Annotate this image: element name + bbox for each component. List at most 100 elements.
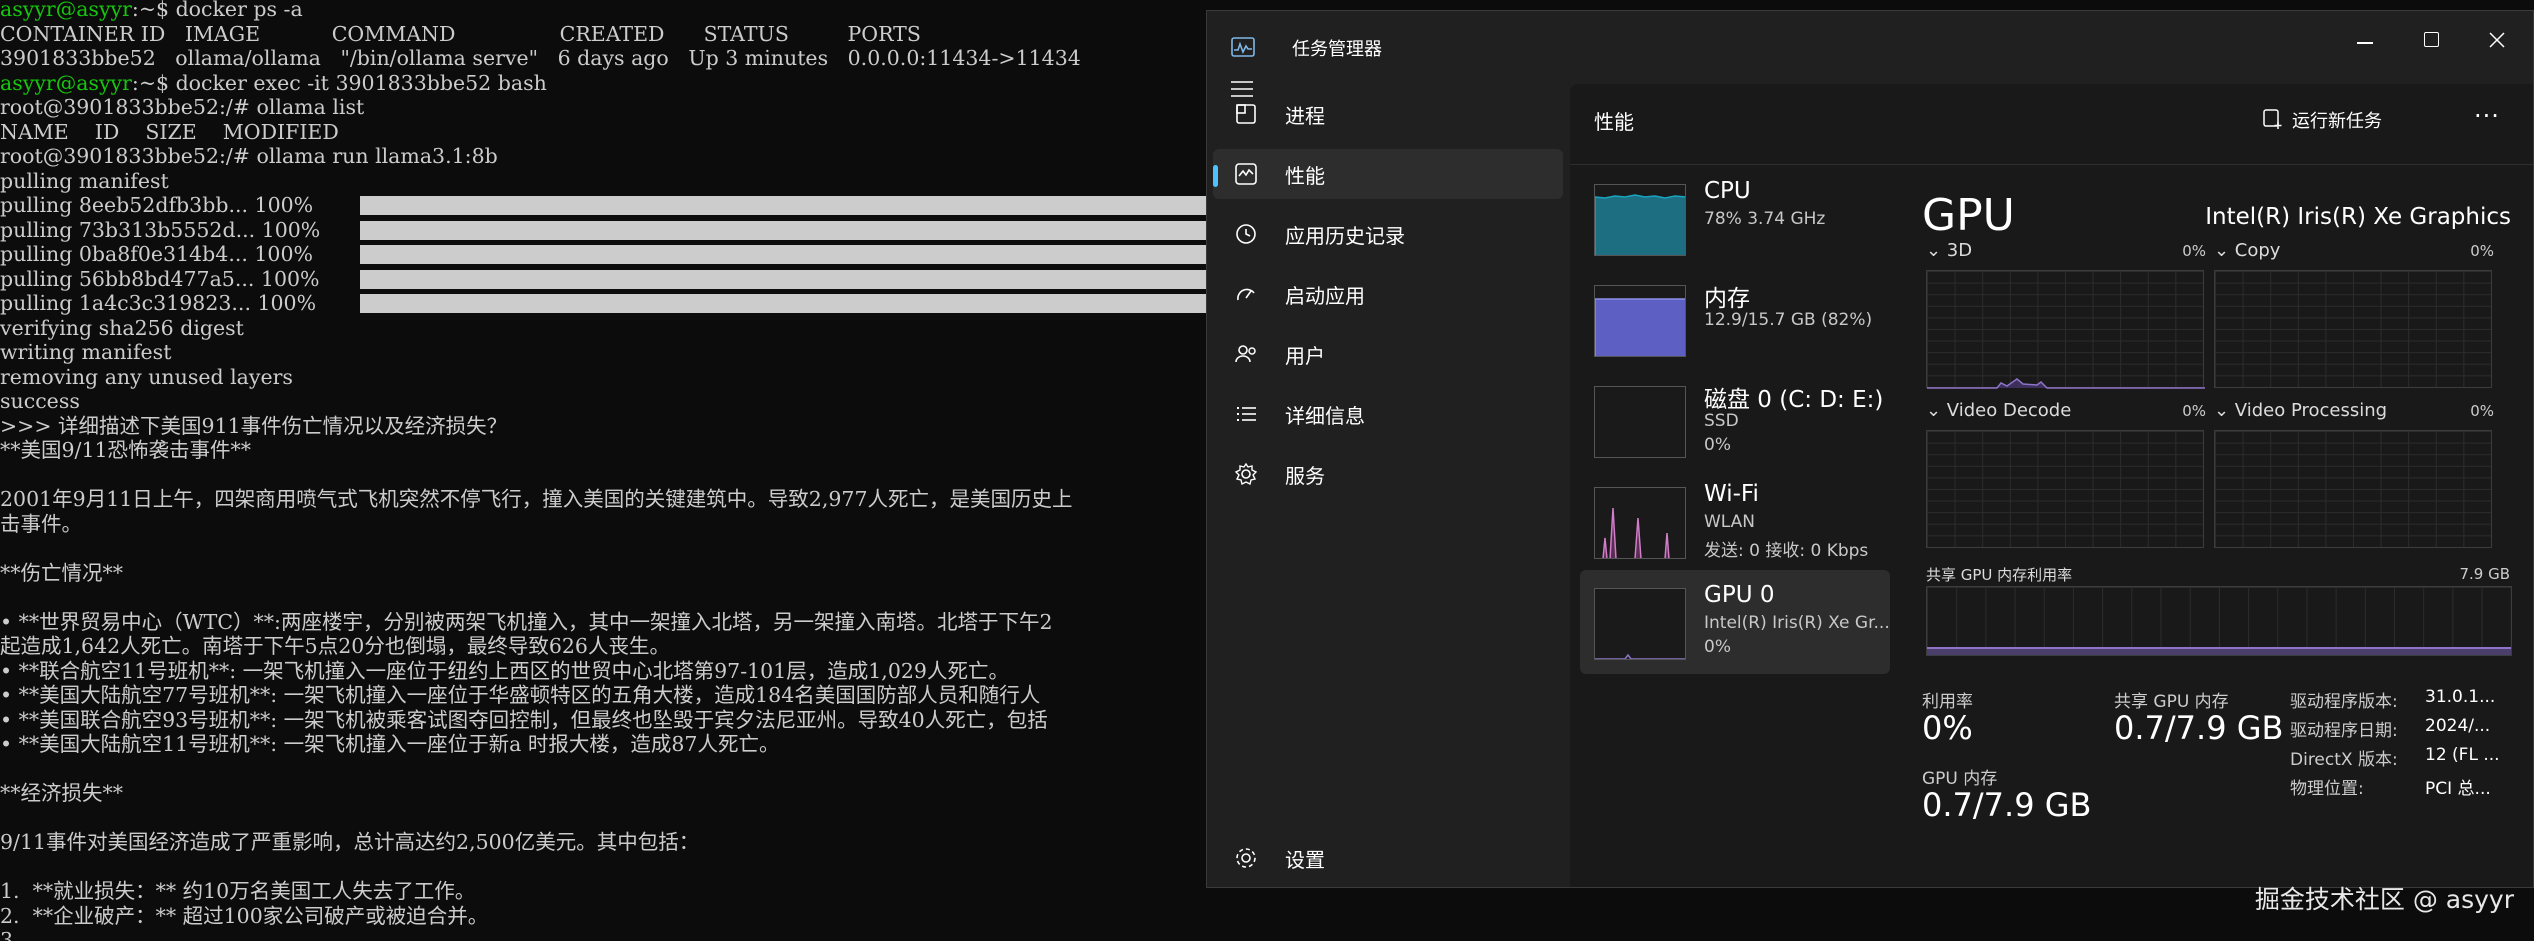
terminal-line: pulling 73b313b5552d... 100% [0, 217, 321, 242]
minimize-button[interactable] [2337, 13, 2393, 69]
terminal-line: 3901833bbe52 ollama/ollama "/bin/ollama … [0, 46, 1081, 70]
shared-mem-graph-label: 共享 GPU 内存利用率 [1926, 566, 2073, 584]
device-card-cpu[interactable]: CPU 78% 3.74 GHz [1580, 166, 1890, 270]
engine-percent: 0% [2470, 242, 2494, 260]
terminal-line: root@3901833bbe52:/# ollama run llama3.1… [0, 144, 498, 168]
shared-mem-graph [1926, 586, 2512, 656]
prompt-user: asyyr@asyyr [0, 0, 132, 21]
terminal-line: 3. [0, 928, 20, 941]
terminal-line: 2. **企业破产：** 超过100家公司破产或被迫合并。 [0, 903, 489, 928]
shared-gpu-mem-value: 0.7/7.9 GB [2114, 709, 2284, 747]
terminal-line: NAME ID SIZE MODIFIED [0, 119, 339, 144]
terminal-line: pulling manifest [0, 168, 169, 193]
engine-percent: 0% [2182, 402, 2206, 420]
terminal-line: pulling 1a4c3c319823... 100% [0, 291, 317, 315]
services-icon [1234, 462, 1258, 486]
terminal-line: • **美国联合航空93号班机**: 一架飞机被乘客试图夺回控制，但最终也坠毁于… [0, 707, 1048, 732]
driver-key: 物理位置: [2290, 779, 2364, 799]
maximize-button[interactable] [2403, 13, 2459, 69]
sidebar-item-label: 服务 [1285, 463, 1325, 488]
terminal-line: • **美国大陆航空11号班机**: 一架飞机撞入一座位于新a 时报大楼，造成8… [0, 732, 780, 756]
terminal-window[interactable]: asyyr@asyyr:~$ docker ps -a CONTAINER ID … [0, 0, 1210, 941]
driver-key: 驱动程序版本: [2290, 692, 2398, 712]
startup-apps-icon [1237, 288, 1255, 301]
terminal-line: asyyr@asyyr:~$ docker exec -it 3901833bb… [0, 71, 547, 95]
task-manager-app-icon [1231, 37, 1255, 57]
driver-value: 31.0.1... [2425, 687, 2496, 707]
device-sub1: 78% 3.74 GHz [1704, 209, 1826, 229]
terminal-line: removing any unused layers [0, 364, 293, 389]
more-options-button[interactable]: ··· [2468, 98, 2508, 138]
sidebar-item-details[interactable]: 详细信息 [1213, 389, 1563, 439]
title-bar: 任务管理器 [1207, 11, 2533, 91]
device-sub1: SSD [1704, 411, 1739, 431]
engine-label[interactable]: ⌄ 3D [1926, 240, 1972, 261]
run-new-task-label: 运行新任务 [2292, 111, 2382, 132]
gpu-model: Intel(R) Iris(R) Xe Graphics [2205, 204, 2511, 230]
terminal-line: writing manifest [0, 340, 172, 364]
sidebar-item-settings[interactable]: 设置 [1213, 831, 1563, 885]
sidebar-item-users[interactable]: 用户 [1213, 329, 1563, 379]
engine-label[interactable]: ⌄ Video Decode [1926, 400, 2071, 421]
terminal-line: pulling 8eeb52dfb3bb... 100% [0, 193, 314, 217]
close-button[interactable] [2469, 13, 2525, 69]
sidebar-item-label: 性能 [1285, 163, 1325, 188]
terminal-line: >>> 详细描述下美国911事件伤亡情况以及经济损失？ [0, 413, 508, 438]
prompt-user: asyyr@asyyr [0, 70, 132, 95]
driver-key: DirectX 版本: [2290, 750, 2398, 770]
engine-graph [2214, 270, 2492, 388]
download-progress-bar [360, 294, 1210, 313]
processes-icon [1236, 104, 1256, 124]
download-progress-bar [360, 269, 1210, 289]
terminal-line: • **联合航空11号班机**: 一架飞机撞入一座位于纽约上西区的世贸中心北塔第… [0, 658, 1009, 683]
sidebar-item-startup-apps[interactable]: 启动应用 [1213, 269, 1563, 319]
device-card-mem[interactable]: 内存 12.9/15.7 GB (82%) [1580, 267, 1890, 371]
sidebar-item-label: 详细信息 [1285, 403, 1365, 428]
device-sub2: 0% [1704, 637, 1731, 657]
performance-header: 性能 运行新任务 ··· [1570, 84, 2533, 165]
device-card-wifi[interactable]: Wi-Fi WLAN 发送: 0 接收: 0 Kbps [1580, 469, 1890, 573]
device-name: 内存 [1704, 286, 1750, 312]
shared-mem-graph-max: 7.9 GB [2459, 565, 2510, 583]
terminal-line: • **世界贸易中心（WTC）**:两座楼宇，分别被两架飞机撞入，其中一架撞入北… [0, 609, 1053, 634]
terminal-line: success [0, 389, 80, 413]
gpu-mem-value: 0.7/7.9 GB [1922, 786, 2092, 824]
terminal-line: verifying sha256 digest [0, 315, 244, 340]
sidebar-item-app-history[interactable]: 应用历史记录 [1213, 209, 1563, 259]
terminal-line: root@3901833bbe52:/# ollama list [0, 95, 365, 119]
task-manager-window: 任务管理器 进程 性能 应用历史记录 启动应用 用户 详细信息 服务 设置 性能… [1206, 10, 2534, 888]
sidebar-item-label: 应用历史记录 [1285, 223, 1405, 248]
terminal-line: pulling 56bb8bd477a5... 100% [0, 266, 320, 291]
engine-label[interactable]: ⌄ Copy [2214, 240, 2280, 261]
download-progress-bar [360, 245, 1210, 264]
sidebar-item-performance[interactable]: 性能 [1213, 149, 1563, 199]
device-card-gpu[interactable]: GPU 0 Intel(R) Iris(R) Xe Gr... 0% [1580, 570, 1890, 674]
engine-graph [1926, 270, 2205, 389]
terminal-line: 2001年9月11日上午，四架商用喷气式飞机突然不停飞行，撞入美国的关键建筑中。… [0, 487, 1073, 511]
details-icon [1237, 407, 1256, 421]
engine-percent: 0% [2182, 242, 2206, 260]
more-dots-icon: ··· [2474, 102, 2500, 130]
device-thumb-graph [1594, 386, 1686, 458]
sidebar-item-label: 启动应用 [1285, 283, 1365, 308]
terminal-line: 9/11事件对美国经济造成了严重影响，总计高达约2,500亿美元。其中包括： [0, 830, 700, 854]
sidebar-item-processes[interactable]: 进程 [1213, 89, 1563, 139]
sidebar-item-services[interactable]: 服务 [1213, 449, 1563, 499]
driver-value: 2024/... [2425, 716, 2491, 736]
download-progress-bar [360, 196, 1210, 215]
terminal-line: pulling 0ba8f0e314b4... 100% [0, 242, 313, 266]
device-card-disk[interactable]: 磁盘 0 (C: D: E:) SSD 0% [1580, 368, 1890, 472]
page-title: 性能 [1594, 110, 1634, 134]
terminal-line: **伤亡情况** [0, 560, 123, 585]
driver-key: 驱动程序日期: [2290, 721, 2398, 741]
terminal-line: • **美国大陆航空77号班机**: 一架飞机撞入一座位于华盛顿特区的五角大楼，… [0, 683, 1041, 707]
device-sub1: Intel(R) Iris(R) Xe Gr... [1704, 613, 1890, 633]
terminal-line: 起造成1,642人死亡。南塔于下午5点20分也倒塌，最终导致626人丧生。 [0, 634, 670, 658]
performance-icon [1235, 163, 1257, 185]
engine-graph [2214, 430, 2492, 548]
device-sub2: 发送: 0 接收: 0 Kbps [1704, 541, 1869, 561]
utilization-value: 0% [1922, 709, 1973, 747]
sidebar-item-label: 设置 [1285, 847, 1325, 872]
engine-label[interactable]: ⌄ Video Processing [2214, 400, 2387, 421]
run-new-task-button[interactable]: 运行新任务 [2250, 98, 2430, 138]
